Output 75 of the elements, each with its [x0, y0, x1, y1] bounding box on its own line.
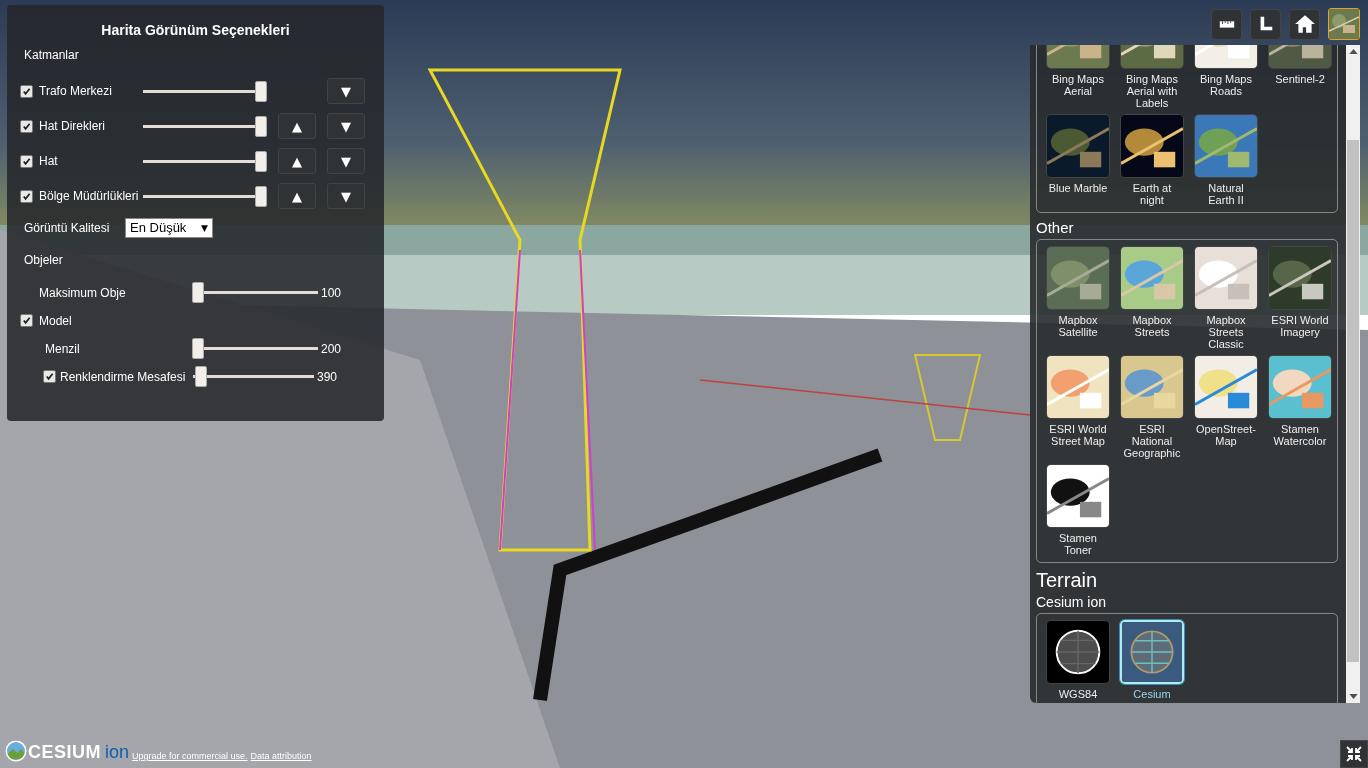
slider-thumb[interactable]	[195, 366, 208, 387]
setting-label: Maksimum Obje	[39, 285, 127, 300]
logo-text: CESIUM	[28, 742, 101, 762]
angle-ruler-icon[interactable]	[1250, 8, 1281, 40]
layer-name[interactable]: Bing Maps Aerial with Labels	[1121, 73, 1183, 109]
logo-text: ion	[105, 742, 130, 762]
layer-label: Hat	[39, 154, 59, 168]
slider-value: 200	[321, 341, 342, 356]
slider-value: 390	[317, 369, 338, 384]
layer-name[interactable]: Bing Maps Roads	[1195, 73, 1257, 97]
slider[interactable]	[143, 80, 267, 102]
layer-label: Trafo Merkezi	[39, 84, 113, 98]
quality-label: Görüntü Kalitesi	[24, 221, 111, 235]
layer-name[interactable]: ESRI World Imagery	[1269, 314, 1331, 338]
checkbox[interactable]	[20, 84, 33, 98]
section-heading: Katmanlar	[23, 48, 80, 62]
section-heading: Terrain	[1036, 569, 1099, 591]
checkbox[interactable]	[20, 189, 33, 203]
layer-name[interactable]: ESRI World Street Map	[1047, 423, 1109, 447]
slider-value: 100	[321, 285, 342, 300]
layer-name[interactable]: Sentinel-2	[1269, 73, 1331, 85]
slider-thumb[interactable]	[255, 80, 267, 102]
logo-icon	[5, 740, 27, 762]
slider-thumb[interactable]	[255, 150, 267, 172]
scroll-down-icon[interactable]	[1348, 694, 1358, 699]
checkbox[interactable]	[20, 119, 33, 133]
setting-label: Renklendirme Mesafesi	[60, 369, 187, 384]
slider-thumb[interactable]	[255, 115, 267, 137]
ruler-icon[interactable]	[1211, 8, 1242, 40]
move-down-button[interactable]: ▼	[327, 78, 365, 104]
slider[interactable]	[192, 282, 318, 303]
group-heading: Cesium ion	[1036, 594, 1108, 610]
layer-name[interactable]: Stamen Watercolor	[1269, 423, 1331, 447]
layer-name[interactable]: Mapbox Streets Classic	[1195, 314, 1257, 350]
slider-thumb[interactable]	[255, 185, 267, 207]
layer-name[interactable]: WGS84	[1047, 688, 1109, 700]
exit-fullscreen-icon[interactable]	[1340, 740, 1368, 768]
slider-thumb[interactable]	[192, 338, 204, 359]
slider[interactable]	[193, 366, 314, 387]
layer-name[interactable]: Natural Earth II	[1195, 182, 1257, 206]
layer-name[interactable]: Cesium	[1121, 688, 1183, 700]
layer-label: Hat Direkleri	[39, 119, 106, 133]
quality-dropdown[interactable]: En Düşük ▼	[125, 218, 213, 238]
layer-name[interactable]: Blue Marble	[1047, 182, 1109, 194]
move-down-button[interactable]: ▼	[327, 113, 365, 139]
move-down-button[interactable]: ▼	[327, 148, 365, 174]
layer-name[interactable]: Mapbox Streets	[1121, 314, 1183, 338]
slider-thumb[interactable]	[192, 282, 204, 303]
section-heading: Objeler	[23, 253, 64, 267]
checkbox[interactable]	[43, 370, 56, 383]
layer-name[interactable]: Earth at night	[1121, 182, 1183, 206]
scrollbar[interactable]	[1346, 45, 1360, 703]
panel-title: Harita Görünüm Seçenekleri	[100, 21, 291, 39]
slider[interactable]	[192, 338, 318, 359]
group-heading: Other	[1036, 219, 1075, 237]
slider[interactable]	[143, 185, 267, 207]
move-up-button[interactable]: ▲	[278, 183, 316, 209]
layer-name[interactable]: OpenStreet-Map	[1195, 423, 1257, 447]
move-up-button[interactable]: ▲	[278, 148, 316, 174]
checkbox[interactable]	[20, 314, 33, 327]
layer-name[interactable]: ESRI National Geographic	[1121, 423, 1183, 459]
move-up-button[interactable]: ▲	[278, 113, 316, 139]
layer-name[interactable]: Bing Maps Aerial	[1047, 73, 1109, 97]
layer-name[interactable]: Stamen Toner	[1047, 532, 1109, 556]
slider[interactable]	[143, 150, 267, 172]
scrollbar-thumb[interactable]	[1347, 140, 1359, 662]
setting-label: Model	[39, 313, 72, 328]
home-icon[interactable]	[1289, 8, 1320, 40]
move-down-button[interactable]: ▼	[327, 183, 365, 209]
scroll-up-icon[interactable]	[1348, 49, 1358, 54]
layer-label: Bölge Müdürlükleri	[39, 189, 140, 203]
slider[interactable]	[143, 115, 267, 137]
setting-label: Menzil	[45, 341, 81, 356]
checkbox[interactable]	[20, 154, 33, 168]
layer-name[interactable]: Mapbox Satellite	[1047, 314, 1109, 338]
